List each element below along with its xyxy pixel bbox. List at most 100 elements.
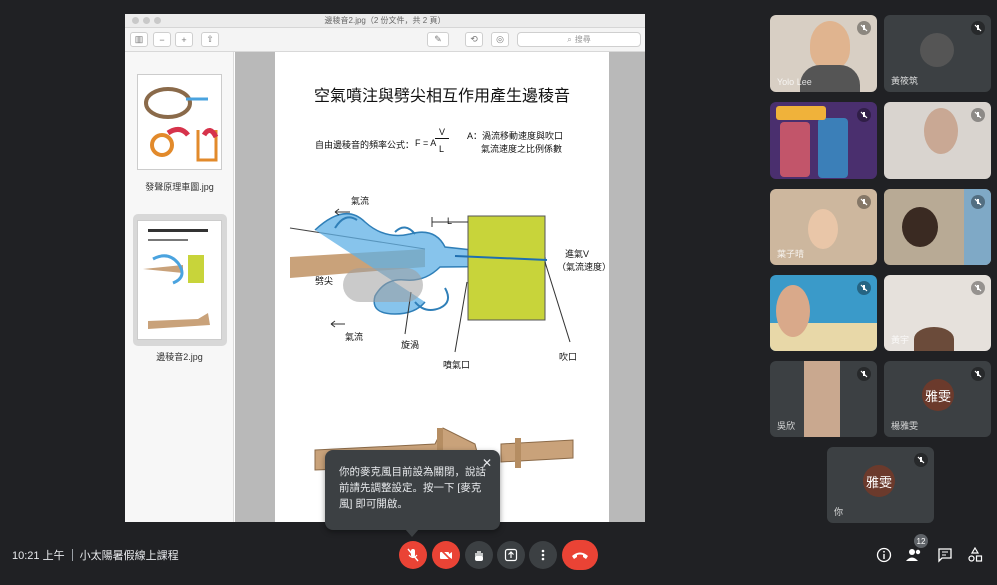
thumbnail-sidebar: 發聲原理車圖.jpg 邊稜音2.jpg [125,52,234,522]
rotate-icon[interactable]: ⟲ [465,32,483,47]
mic-off-icon [857,195,871,209]
label-vortex: 旋渦 [401,340,420,350]
label-jet-speed: （氣流速度） [557,262,612,272]
thumbnail-2-image [143,229,210,329]
leave-call-button[interactable] [562,540,598,570]
participant-video [810,21,850,69]
meeting-title: 小太陽暑假線上課程 [79,550,179,562]
meeting-info: 10:21 上午 小太陽暑假線上課程 [12,547,179,563]
label-mouth: 吹口 [559,352,578,362]
thumbnail-2[interactable] [137,220,222,340]
markup-pen-icon[interactable]: ✎ [427,32,449,47]
participant-name: 黃筱筑 [891,76,919,86]
self-name: 你 [834,507,844,517]
participant-name: 黃宇 [891,335,910,345]
thumbnail-1-label[interactable]: 發聲原理車圖.jpg [125,180,234,193]
label-jet: 進氣V [565,249,590,259]
participant-video [914,327,954,351]
participant-tile-5[interactable]: 葉子晴 [770,189,877,265]
meeting-time: 10:21 上午 [12,550,65,562]
camera-off-icon [439,548,453,562]
participant-video [776,285,810,337]
tooltip-arrow [405,529,419,537]
window-titlebar: 邊稜音2.jpg（2 份文件，共 2 頁） [125,14,645,28]
sidebar-toggle-icon[interactable]: ▥ [130,32,148,47]
participant-video [924,108,958,154]
participant-video [920,33,954,67]
participant-tile-1[interactable]: Yolo Lee [770,15,877,92]
self-tile[interactable]: 雅雯 你 [827,447,934,523]
mouthpiece-block [467,215,546,321]
microphone-button[interactable] [399,541,427,569]
meeting-details-button[interactable] [874,545,894,565]
more-vertical-icon [541,549,545,561]
participant-video-figure [818,118,848,178]
recorder-piece-right [500,439,574,463]
participant-tile-8[interactable]: 黃宇 [884,275,991,351]
zoom-out-icon[interactable]: − [153,32,171,47]
divider [71,549,73,561]
activities-button[interactable] [965,545,985,565]
label-wedge: 劈尖 [315,276,334,286]
more-options-button[interactable] [529,541,557,569]
participant-tile-9[interactable]: 吳欣 [770,361,877,437]
participant-tile-7[interactable] [770,275,877,351]
mic-off-icon [857,281,871,295]
viewer-toolbar: ▥ − + ⇧ ✎ ⟲ ◎ ⌕ 搜尋 [125,28,645,52]
mic-off-icon [971,281,985,295]
mic-off-tooltip: 你的麥克風目前設為關閉，說話前請先調整設定。按一下 [麥克風] 即可開啟。 ✕ [325,450,500,530]
self-avatar: 雅雯 [863,465,895,497]
search-placeholder: 搜尋 [574,35,591,44]
thumbnail-1[interactable] [137,74,222,170]
shared-screen-window: 邊稜音2.jpg（2 份文件，共 2 頁） ▥ − + ⇧ ✎ ⟲ ◎ ⌕ 搜尋… [125,14,645,522]
participant-video [804,361,840,437]
info-icon [876,547,892,563]
participant-name: 吳欣 [777,421,796,431]
mic-off-icon [857,108,871,122]
label-nozzle: 噴氣口 [443,360,471,370]
share-icon[interactable]: ⇧ [201,32,219,47]
people-button[interactable] [904,545,924,565]
participant-name: 楊雅雯 [891,421,919,431]
raise-hand-button[interactable] [465,541,493,569]
participant-tile-2[interactable]: 黃筱筑 [884,15,991,92]
hand-icon [475,551,483,561]
label-airflow-top: 氣流 [351,196,370,206]
thumbnail-2-label[interactable]: 邊稜音2.jpg [125,350,234,363]
thumbnail-1-image [144,87,219,162]
mic-off-icon [971,108,985,122]
participant-tile-6[interactable] [884,189,991,265]
chat-button[interactable] [935,545,955,565]
mic-off-icon [407,548,419,562]
close-icon[interactable]: ✕ [482,455,492,471]
avatar: 雅雯 [922,379,954,411]
zoom-in-icon[interactable]: + [175,32,193,47]
cursor-overlay [343,268,423,302]
chat-icon [938,548,952,563]
search-input[interactable]: ⌕ 搜尋 [517,32,641,47]
annotate-icon[interactable]: ◎ [491,32,509,47]
present-icon [504,548,518,562]
mic-off-icon [971,367,985,381]
activities-icon [968,547,983,562]
participant-tile-10[interactable]: 雅雯 楊雅雯 [884,361,991,437]
mic-off-icon [971,195,985,209]
participant-tile-4[interactable] [884,102,991,179]
participant-video [808,209,838,249]
participant-name: 葉子晴 [777,249,805,259]
label-airflow-bottom: 氣流 [345,332,364,342]
mic-off-icon [971,21,985,35]
mic-off-icon [857,367,871,381]
people-icon [906,549,921,561]
window-title: 邊稜音2.jpg（2 份文件，共 2 頁） [324,16,446,25]
participant-name: Yolo Lee [777,77,812,87]
label-L: L [447,216,453,226]
present-screen-button[interactable] [497,541,525,569]
participant-tile-3[interactable] [770,102,877,179]
participant-video [780,122,810,177]
camera-button[interactable] [432,541,460,569]
game-logo [776,106,826,120]
tooltip-text: 你的麥克風目前設為關閉，說話前請先調整設定。按一下 [麥克風] 即可開啟。 [339,466,486,510]
mic-off-icon [914,453,928,467]
participant-video [902,207,938,247]
